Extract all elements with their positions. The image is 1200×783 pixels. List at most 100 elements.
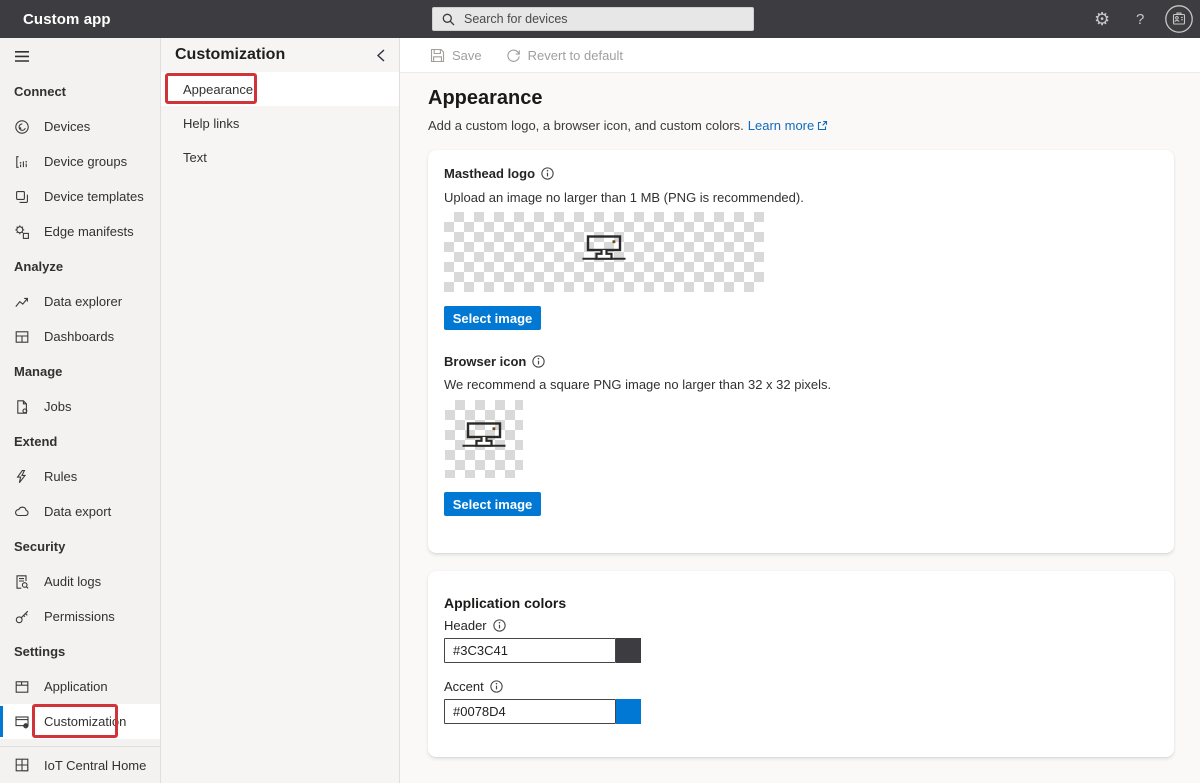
info-icon[interactable] bbox=[490, 680, 503, 693]
panel-item-help-links[interactable]: Help links bbox=[161, 106, 399, 140]
panel-item-label: Text bbox=[183, 150, 207, 165]
application-colors-title: Application colors bbox=[444, 595, 566, 611]
sidebar-item-device-groups[interactable]: Device groups bbox=[0, 144, 160, 179]
customization-panel: Customization Appearance Help links Text bbox=[161, 38, 400, 783]
sidebar-item-device-templates[interactable]: Device templates bbox=[0, 179, 160, 214]
browser-icon-preview bbox=[445, 400, 523, 478]
browser-icon-hint: We recommend a square PNG image no large… bbox=[444, 377, 831, 392]
sidebar-item-permissions[interactable]: Permissions bbox=[0, 599, 160, 634]
device-groups-icon bbox=[14, 154, 30, 170]
main-content: Save Revert to default Appearance Add a … bbox=[400, 38, 1200, 783]
iot-central-home-icon bbox=[14, 757, 30, 773]
panel-item-text[interactable]: Text bbox=[161, 140, 399, 174]
info-icon[interactable] bbox=[532, 355, 545, 368]
command-bar: Save Revert to default bbox=[400, 38, 1200, 73]
sidebar-item-label: Application bbox=[44, 679, 108, 694]
browser-icon-label: Browser icon bbox=[444, 354, 526, 369]
header-color-swatch bbox=[616, 638, 641, 663]
sidebar-item-devices[interactable]: Devices bbox=[0, 109, 160, 144]
panel-item-appearance[interactable]: Appearance bbox=[161, 72, 399, 106]
sidebar-item-customization[interactable]: Customization bbox=[0, 704, 160, 739]
sidebar-item-dashboards[interactable]: Dashboards bbox=[0, 319, 160, 354]
save-button[interactable]: Save bbox=[430, 48, 482, 63]
rules-icon bbox=[14, 469, 30, 485]
external-link-icon bbox=[817, 120, 828, 131]
sidebar-section-manage: Manage bbox=[0, 354, 160, 389]
devices-icon bbox=[14, 119, 30, 135]
logo-card: Masthead logo Upload an image no larger … bbox=[428, 150, 1174, 553]
sidebar-item-label: Edge manifests bbox=[44, 224, 134, 239]
learn-more-link[interactable]: Learn more bbox=[748, 118, 828, 133]
info-icon[interactable] bbox=[541, 167, 554, 180]
page-title: Appearance bbox=[428, 87, 828, 110]
sidebar-section-connect: Connect bbox=[0, 74, 160, 109]
device-templates-icon bbox=[14, 189, 30, 205]
sidebar-item-label: Rules bbox=[44, 469, 77, 484]
sidebar-section-security: Security bbox=[0, 529, 160, 564]
panel-title: Customization bbox=[175, 46, 285, 64]
sidebar-item-label: Devices bbox=[44, 119, 90, 134]
account-avatar[interactable] bbox=[1164, 0, 1194, 38]
sidebar-item-label: IoT Central Home bbox=[44, 758, 146, 773]
panel-items: Appearance Help links Text bbox=[161, 72, 399, 174]
appearance-page: Appearance Add a custom logo, a browser … bbox=[400, 73, 1200, 783]
top-bar: Custom app ⚙ ? bbox=[0, 0, 1200, 38]
masthead-logo-label: Masthead logo bbox=[444, 166, 535, 181]
panel-item-label: Help links bbox=[183, 116, 239, 131]
collapse-panel-button[interactable] bbox=[375, 48, 387, 63]
app-window: Custom app ⚙ ? Connect bbox=[0, 0, 1200, 783]
sidebar-item-label: Audit logs bbox=[44, 574, 101, 589]
sidebar-item-data-explorer[interactable]: Data explorer bbox=[0, 284, 160, 319]
revert-label: Revert to default bbox=[528, 48, 623, 63]
panel-header: Customization bbox=[161, 38, 399, 72]
sidebar-item-edge-manifests[interactable]: Edge manifests bbox=[0, 214, 160, 249]
hamburger-menu-icon[interactable] bbox=[14, 50, 30, 68]
sidebar-item-label: Data explorer bbox=[44, 294, 122, 309]
sidebar-item-label: Jobs bbox=[44, 399, 71, 414]
learn-more-label: Learn more bbox=[748, 118, 814, 133]
search-icon bbox=[442, 13, 455, 26]
application-colors-card: Application colors Header Accent bbox=[428, 571, 1174, 757]
data-export-icon bbox=[14, 504, 30, 520]
masthead-logo-preview bbox=[444, 212, 764, 292]
save-label: Save bbox=[452, 48, 482, 63]
masthead-select-image-button[interactable]: Select image bbox=[444, 306, 541, 330]
accent-color-label: Accent bbox=[444, 679, 484, 694]
browser-icon-select-image-button[interactable]: Select image bbox=[444, 492, 541, 516]
app-title: Custom app bbox=[23, 0, 111, 38]
sidebar-item-data-export[interactable]: Data export bbox=[0, 494, 160, 529]
accent-color-input[interactable] bbox=[444, 699, 616, 724]
sidebar-item-application[interactable]: Application bbox=[0, 669, 160, 704]
search-input[interactable] bbox=[462, 11, 732, 27]
revert-to-default-button[interactable]: Revert to default bbox=[506, 48, 623, 63]
device-search-box[interactable] bbox=[432, 7, 754, 31]
sidebar-section-settings: Settings bbox=[0, 634, 160, 669]
sidebar-section-analyze: Analyze bbox=[0, 249, 160, 284]
application-icon bbox=[14, 679, 30, 695]
dashboards-icon bbox=[14, 329, 30, 345]
sidebar-item-rules[interactable]: Rules bbox=[0, 459, 160, 494]
accent-color-swatch bbox=[616, 699, 641, 724]
jobs-icon bbox=[14, 399, 30, 415]
sidebar-item-jobs[interactable]: Jobs bbox=[0, 389, 160, 424]
sidebar-item-label: Permissions bbox=[44, 609, 115, 624]
data-explorer-icon bbox=[14, 294, 30, 310]
info-icon[interactable] bbox=[493, 619, 506, 632]
sidebar-item-iot-central-home[interactable]: IoT Central Home bbox=[0, 746, 160, 783]
customization-icon bbox=[14, 714, 30, 730]
edge-manifests-icon bbox=[14, 224, 30, 240]
header-color-input[interactable] bbox=[444, 638, 616, 663]
sidebar-item-label: Device templates bbox=[44, 189, 144, 204]
select-image-label: Select image bbox=[453, 311, 533, 326]
select-image-label: Select image bbox=[453, 497, 533, 512]
header-color-label: Header bbox=[444, 618, 487, 633]
settings-gear-icon[interactable]: ⚙ bbox=[1094, 0, 1110, 38]
help-icon[interactable]: ? bbox=[1136, 0, 1144, 38]
sidebar-list: Connect Devices Device groups Device tem bbox=[0, 74, 160, 739]
audit-logs-icon bbox=[14, 574, 30, 590]
sidebar-item-label: Dashboards bbox=[44, 329, 114, 344]
monitor-placeholder-icon bbox=[581, 232, 627, 272]
revert-icon bbox=[506, 48, 521, 63]
sidebar-item-audit-logs[interactable]: Audit logs bbox=[0, 564, 160, 599]
panel-item-label: Appearance bbox=[183, 82, 253, 97]
